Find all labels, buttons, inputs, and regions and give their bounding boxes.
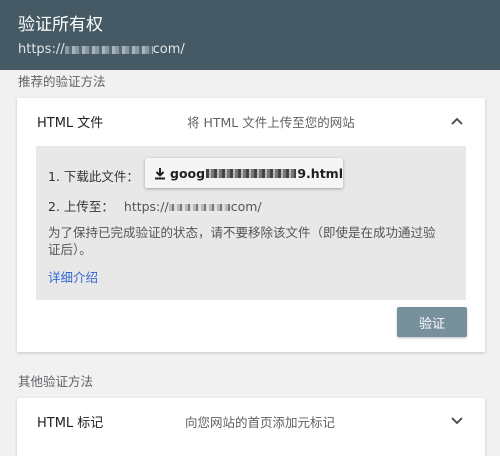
verify-button[interactable]: 验证: [397, 307, 467, 337]
html-tag-card: HTML 标记 向您网站的首页添加元标记: [17, 398, 485, 456]
site-url-suffix: com/: [152, 42, 185, 57]
html-file-card: HTML 文件 将 HTML 文件上传至您的网站 1. 下载此文件： goog 9…: [17, 98, 485, 352]
html-file-title: HTML 文件: [37, 115, 104, 131]
page-title: 验证所有权: [18, 15, 103, 35]
recommended-methods-label: 推荐的验证方法: [18, 74, 106, 89]
page-header: 验证所有权 https:// com/: [0, 0, 500, 70]
upload-url-prefix: https://: [123, 199, 169, 214]
step1-label: 1. 下载此文件：: [48, 169, 139, 184]
redacted-filename: [206, 168, 297, 178]
chevron-up-icon[interactable]: [449, 113, 465, 129]
step2-label: 2. 上传至：: [48, 199, 114, 214]
html-file-card-header[interactable]: HTML 文件 将 HTML 文件上传至您的网站: [17, 98, 485, 144]
other-methods-label: 其他验证方法: [18, 374, 94, 389]
html-file-description: 将 HTML 文件上传至您的网站: [187, 114, 355, 130]
download-icon: [154, 167, 166, 180]
redacted-domain: [64, 45, 153, 54]
upload-url-suffix: com/: [230, 199, 262, 214]
chevron-down-icon[interactable]: [449, 413, 465, 429]
step2-row: 2. 上传至： https:// com/: [48, 196, 262, 215]
keep-file-note: 为了保持已完成验证的状态，请不要移除该文件（即使是在成功通过验证后）。: [48, 225, 436, 257]
download-filename-suffix: 9.html: [297, 165, 343, 181]
site-url: https:// com/: [18, 40, 482, 60]
redacted-upload-domain: [168, 204, 231, 211]
details-link[interactable]: 详细介绍: [48, 267, 98, 286]
html-tag-description: 向您网站的首页添加元标记: [185, 414, 336, 430]
site-url-prefix: https://: [18, 42, 65, 57]
download-file-button[interactable]: goog 9.html: [145, 158, 343, 188]
download-filename-prefix: goog: [170, 165, 206, 181]
html-tag-card-header[interactable]: HTML 标记 向您网站的首页添加元标记: [17, 398, 485, 444]
html-file-instructions: 1. 下载此文件： goog 9.html 2. 上传至： https:// com…: [36, 146, 466, 300]
html-tag-title: HTML 标记: [37, 415, 104, 431]
